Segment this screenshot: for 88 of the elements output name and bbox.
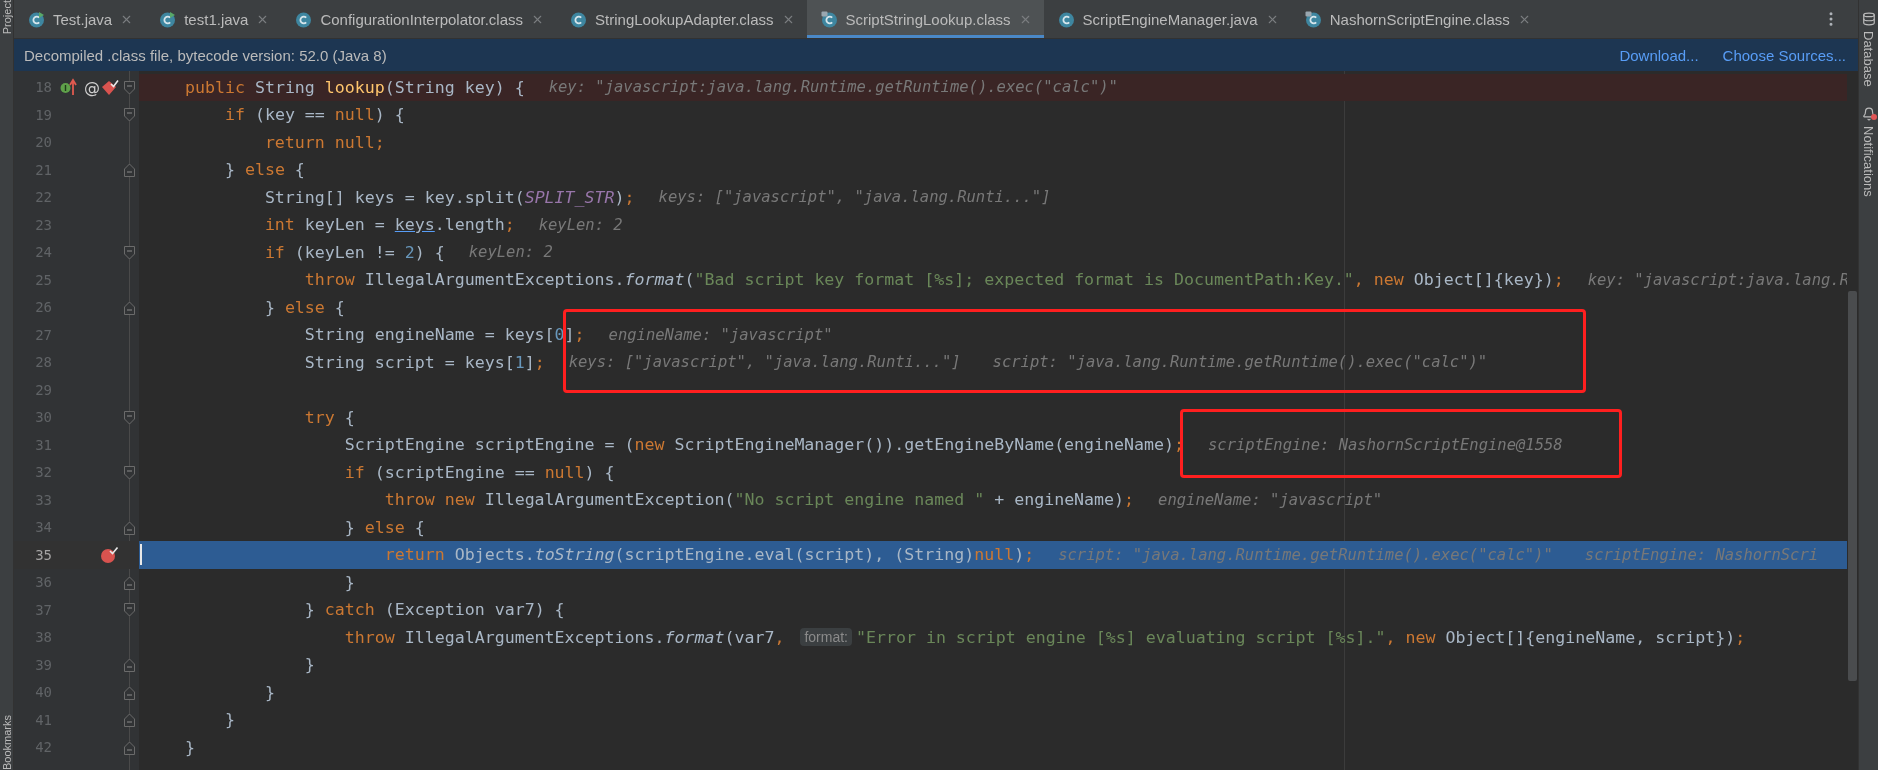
fold-marker-icon[interactable] <box>124 603 135 617</box>
class-file-icon <box>570 10 588 28</box>
editor-tab[interactable]: Test.java <box>14 0 146 38</box>
inlay-hint: script: "java.lang.Runtime.getRuntime().exec("calc")" <box>1058 545 1553 564</box>
code-line: "Error in script engine [%s] evaluating script [%s].", new Object[]{engineName, script}); <box>855 627 1746 647</box>
scrollbar-thumb[interactable] <box>1848 291 1857 681</box>
inlay-hint: keys: ["javascript", "java.lang.Runti..."] <box>568 353 961 372</box>
code-line: int keyLen = keys.length; <box>263 215 515 235</box>
class-file-icon <box>159 10 177 28</box>
annotation-marker[interactable]: @ <box>84 77 100 97</box>
tab-label: StringLookupAdapter.class <box>595 10 774 28</box>
code-line: throw IllegalArgumentExceptions.format(var7, <box>343 627 786 647</box>
implements-icon[interactable] <box>60 78 78 97</box>
code-line: } catch (Exception var7) { <box>303 600 565 620</box>
inlay-hint: scriptEngine: NashornScri <box>1584 545 1819 564</box>
code-line: throw IllegalArgumentExceptions.format("Bad script key format [%s]; expected format is DocumentPath:Key.", new Object[]{key}); <box>303 270 1564 290</box>
breakpoint-icon[interactable] <box>100 546 120 564</box>
class-file-icon <box>820 10 838 28</box>
banner-link[interactable]: Choose Sources... <box>1722 46 1846 64</box>
fold-marker-icon[interactable] <box>124 658 135 672</box>
line-number: 35 <box>34 546 53 563</box>
code-line: } else { <box>263 297 345 317</box>
code-line: } <box>263 682 275 702</box>
code-line: } <box>223 710 235 730</box>
bell-icon <box>1861 106 1876 121</box>
code-line: String script = keys[1]; <box>303 352 545 372</box>
tab-label: test1.java <box>184 10 249 28</box>
inlay-hint: key: "javascript:java.lang.Runtime.getRuntime().exec("calc")" <box>548 78 1118 97</box>
inlay-hint: scriptEngine: NashornScriptEngine@1558 <box>1208 435 1563 454</box>
tool-window-button[interactable]: Database <box>1861 31 1876 87</box>
class-file-icon <box>295 10 313 28</box>
code-line: return Objects.toString(scriptEngine.eval(script), (String)null); <box>383 545 1035 565</box>
code-line: } <box>303 655 315 675</box>
fold-marker-icon[interactable] <box>124 713 135 727</box>
inlay-hint: keys: ["javascript", "java.lang.Runti..."] <box>658 188 1051 207</box>
inlay-hint: keyLen: 2 <box>538 215 623 234</box>
editor-tab[interactable]: test1.java <box>145 0 282 38</box>
fold-marker-icon[interactable] <box>124 465 135 480</box>
text-caret <box>140 544 142 565</box>
inlay-hint: script: "java.lang.Runtime.getRuntime().exec("calc")" <box>992 353 1488 372</box>
method-breakpoint-icon[interactable] <box>100 78 120 97</box>
tab-label: ConfigurationInterpolator.class <box>320 10 524 28</box>
database-icon <box>1861 12 1876 26</box>
tab-label: NashornScriptEngine.class <box>1329 10 1510 28</box>
code-line: if (keyLen != 2) { <box>263 242 445 262</box>
tool-window-button[interactable]: Notifications <box>1861 125 1876 197</box>
code-line: public String lookup(String key) { <box>183 77 525 97</box>
fold-marker-icon[interactable] <box>124 80 135 95</box>
fold-marker-icon[interactable] <box>124 163 135 177</box>
inlay-hint: engineName: "javascript" <box>608 325 833 344</box>
editor-tab[interactable]: StringLookupAdapter.class <box>556 0 807 38</box>
parameter-hint: format: <box>800 628 852 647</box>
code-line: if (key == null) { <box>223 105 405 125</box>
class-file-icon <box>1304 10 1322 28</box>
banner-text: Decompiled .class file, bytecode version: 52.0 (Java 8) <box>24 46 388 64</box>
editor-tab[interactable]: NashornScriptEngine.class <box>1290 0 1543 38</box>
code-line: throw new IllegalArgumentException("No script engine named " + engineName); <box>383 490 1135 510</box>
tool-window-button[interactable]: Bookmarks <box>0 714 13 770</box>
fold-marker-icon[interactable] <box>124 575 135 590</box>
tab-label: Test.java <box>53 10 113 28</box>
inlay-hint: keyLen: 2 <box>468 243 553 262</box>
fold-marker-icon[interactable] <box>124 108 135 122</box>
fold-marker-icon[interactable] <box>124 685 135 700</box>
fold-marker-icon[interactable] <box>124 300 135 315</box>
code-line: } <box>343 572 355 592</box>
code-line: } else { <box>343 517 425 537</box>
code-line: if (scriptEngine == null) { <box>343 462 615 482</box>
code-line: try { <box>303 407 355 427</box>
code-line: } <box>183 737 195 757</box>
fold-marker-icon[interactable] <box>124 520 135 535</box>
inlay-hint: engineName: "javascript" <box>1158 490 1383 509</box>
code-line: } else { <box>223 160 305 180</box>
tab-label: ScriptEngineManager.java <box>1082 10 1258 28</box>
code-line: String[] keys = key.split(SPLIT_STR); <box>263 187 635 207</box>
code-line: String engineName = keys[0]; <box>303 325 585 345</box>
tool-window-button[interactable]: Project <box>0 0 13 35</box>
tab-label: ScriptStringLookup.class <box>845 10 1011 28</box>
editor-tab[interactable]: ScriptStringLookup.class <box>806 0 1044 38</box>
banner-link[interactable]: Download... <box>1619 46 1699 64</box>
fold-marker-icon[interactable] <box>124 245 135 260</box>
fold-marker-icon[interactable] <box>124 410 135 425</box>
code-line: return null; <box>263 132 385 152</box>
class-file-icon <box>1057 10 1075 28</box>
fold-marker-icon[interactable] <box>124 740 135 755</box>
class-file-icon <box>28 10 45 28</box>
editor-tab[interactable]: ConfigurationInterpolator.class <box>281 0 557 38</box>
editor-tab[interactable]: ScriptEngineManager.java <box>1043 0 1291 38</box>
code-line: ScriptEngine scriptEngine = (new ScriptEngineManager()).getEngineByName(engineName); <box>343 435 1184 455</box>
